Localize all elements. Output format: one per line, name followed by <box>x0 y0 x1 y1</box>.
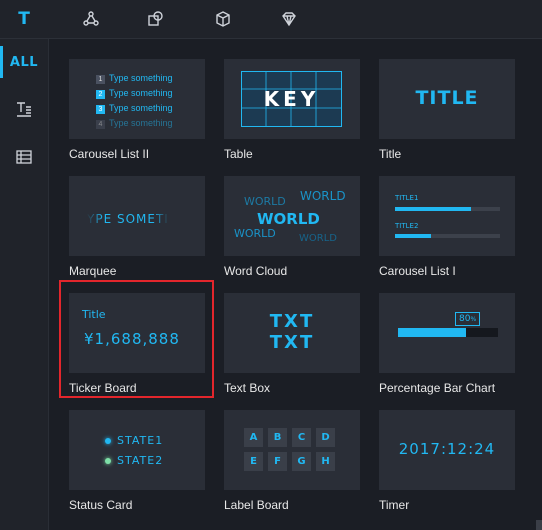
top-toolbar: T <box>0 0 542 39</box>
status-dot-icon <box>105 438 111 444</box>
text-list-icon[interactable] <box>0 89 48 129</box>
rank-number: 3 <box>96 105 105 114</box>
card-label: Text Box <box>224 381 271 395</box>
title-sample-text: TITLE <box>415 87 479 109</box>
card-label: Label Board <box>224 498 289 512</box>
text-icon[interactable]: T <box>13 8 35 30</box>
card-label: Carousel List I <box>379 264 456 278</box>
list-item: 2 Type something <box>96 86 173 101</box>
list-item: 3 Type something <box>96 101 173 116</box>
card-label: Word Cloud <box>224 264 288 278</box>
progress-fill <box>395 207 471 211</box>
text-box-line: TXT <box>269 311 315 332</box>
progress-track <box>395 207 500 211</box>
list-title: TITLE2 <box>395 222 419 230</box>
status-card-thumbnail: STATE1 STATE2 <box>69 410 205 490</box>
sidebar-item-label: ALL <box>9 54 39 70</box>
card-carousel-list-i[interactable]: TITLE1 TITLE2 Carousel List I <box>379 176 515 286</box>
cube-icon[interactable] <box>212 8 234 30</box>
percentage-track <box>398 328 498 337</box>
table-key-text: KEY <box>263 87 320 111</box>
label-tile: H <box>316 452 335 471</box>
status-row: STATE2 <box>105 454 163 467</box>
list-item: 4 Type something <box>96 116 173 131</box>
title-thumbnail: TITLE <box>379 59 515 139</box>
list-item-text: Type something <box>109 73 173 83</box>
status-text: STATE1 <box>117 434 164 447</box>
diamond-icon[interactable] <box>278 8 300 30</box>
cloud-word: WORLD <box>299 233 337 244</box>
sidebar-item-all[interactable]: ALL <box>0 42 48 82</box>
text-box-thumbnail: TXT TXT <box>224 293 360 373</box>
card-word-cloud[interactable]: WORLD WORLD WORLD WORLD WORLD Word Cloud <box>224 176 360 286</box>
list-item: 1 Type something <box>96 71 173 86</box>
table-icon[interactable] <box>0 137 48 177</box>
card-label: Table <box>224 147 253 161</box>
cloud-word: WORLD <box>300 189 346 203</box>
card-title[interactable]: TITLE Title <box>379 59 515 169</box>
card-text-box[interactable]: TXT TXT Text Box <box>224 293 360 403</box>
percentage-value: 80 <box>459 314 471 324</box>
word-cloud-thumbnail: WORLD WORLD WORLD WORLD WORLD <box>224 176 360 256</box>
cloud-word: WORLD <box>244 195 286 208</box>
percentage-label: 80% <box>455 312 481 326</box>
card-table[interactable]: KEY Table <box>224 59 360 169</box>
label-tile: A <box>244 428 263 447</box>
percentage-fill <box>398 328 466 337</box>
card-marquee[interactable]: YPE SOMETI Marquee <box>69 176 205 286</box>
card-label: Status Card <box>69 498 133 512</box>
progress-track <box>395 234 500 238</box>
shapes-icon[interactable] <box>145 8 167 30</box>
status-text: STATE2 <box>117 454 164 467</box>
rank-number: 2 <box>96 90 105 99</box>
cloud-word: WORLD <box>257 210 320 228</box>
status-dot-icon <box>105 458 111 464</box>
label-board-thumbnail: A B C D E F G H <box>224 410 360 490</box>
text-box-line: TXT <box>269 332 315 353</box>
label-tile: G <box>292 452 311 471</box>
selection-highlight <box>59 280 214 398</box>
timer-thumbnail: 2017:12:24 <box>379 410 515 490</box>
status-row: STATE1 <box>105 434 163 447</box>
card-timer[interactable]: 2017:12:24 Timer <box>379 410 515 520</box>
card-label: Title <box>379 147 402 161</box>
text-tab-label: T <box>18 9 30 29</box>
relation-icon[interactable] <box>80 8 102 30</box>
list-title: TITLE1 <box>395 194 419 202</box>
label-tile: B <box>268 428 287 447</box>
carousel-list-i-thumbnail: TITLE1 TITLE2 <box>379 176 515 256</box>
timer-text: 2017:12:24 <box>398 440 496 458</box>
list-item-text: Type something <box>109 88 173 98</box>
percentage-unit: % <box>470 316 477 323</box>
rank-number: 4 <box>96 120 105 129</box>
label-tile: F <box>268 452 287 471</box>
cloud-word: WORLD <box>234 227 276 240</box>
category-sidebar: ALL <box>0 39 49 530</box>
label-tile: E <box>244 452 263 471</box>
progress-fill <box>395 234 431 238</box>
marquee-sample-text: YPE SOMETI <box>87 212 169 226</box>
label-tile: D <box>316 428 335 447</box>
table-thumbnail: KEY <box>224 59 360 139</box>
card-label-board[interactable]: A B C D E F G H Label Board <box>224 410 360 520</box>
marquee-thumbnail: YPE SOMETI <box>69 176 205 256</box>
card-status-card[interactable]: STATE1 STATE2 Status Card <box>69 410 205 520</box>
list-item-text: Type something <box>109 118 173 128</box>
carousel-list-ii-thumbnail: 1 Type something 2 Type something 3 Type so… <box>69 59 205 139</box>
card-label: Marquee <box>69 264 117 278</box>
card-label: Percentage Bar Chart <box>379 381 496 395</box>
rank-number: 1 <box>96 75 105 84</box>
card-carousel-list-ii[interactable]: 1 Type something 2 Type something 3 Type so… <box>69 59 205 169</box>
label-tile: C <box>292 428 311 447</box>
percentage-bar-thumbnail: 80% <box>379 293 515 373</box>
list-item-text: Type something <box>109 103 173 113</box>
scrollbar[interactable] <box>536 520 542 530</box>
card-label: Timer <box>379 498 410 512</box>
card-percentage-bar-chart[interactable]: 80% Percentage Bar Chart <box>379 293 515 403</box>
card-label: Carousel List II <box>69 147 150 161</box>
